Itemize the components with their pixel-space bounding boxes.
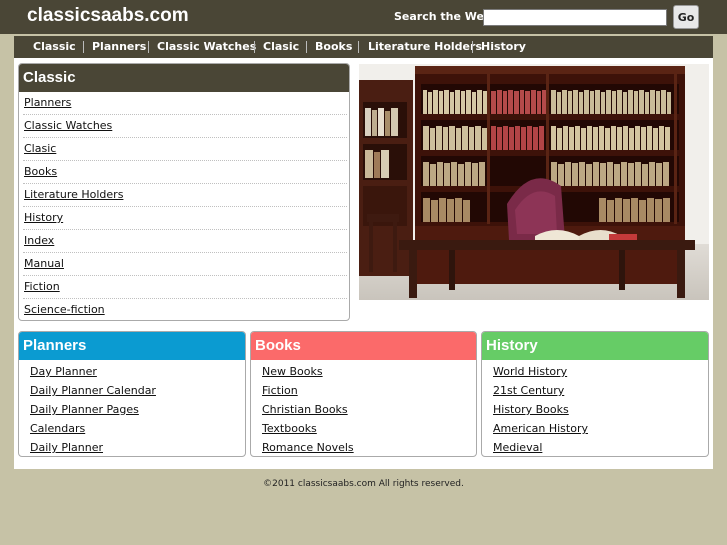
planners-link-daily-planner-calendar[interactable]: Daily Planner Calendar bbox=[30, 381, 245, 400]
library-photo bbox=[359, 64, 709, 300]
planners-link-calendars[interactable]: Calendars bbox=[30, 419, 245, 438]
books-box: Books New Books Fiction Christian Books … bbox=[250, 331, 477, 457]
nav-separator bbox=[306, 41, 307, 53]
list-item: History bbox=[23, 207, 347, 230]
list-item: Planners bbox=[23, 92, 347, 115]
list-item: Literature Holders bbox=[23, 184, 347, 207]
books-link-christian-books[interactable]: Christian Books bbox=[262, 400, 476, 419]
nav-item-planners[interactable]: Planners bbox=[92, 36, 146, 58]
list-item: Index bbox=[23, 230, 347, 253]
list-item: Fiction bbox=[23, 276, 347, 299]
classic-link-index[interactable]: Index bbox=[24, 234, 54, 247]
nav-item-books[interactable]: Books bbox=[315, 36, 352, 58]
nav-separator bbox=[254, 41, 255, 53]
classic-link-planners[interactable]: Planners bbox=[24, 96, 71, 109]
classic-box: Classic Planners Classic Watches Clasic … bbox=[18, 63, 350, 321]
list-item: Science-fiction bbox=[23, 299, 347, 320]
nav-separator bbox=[83, 41, 84, 53]
classic-link-history[interactable]: History bbox=[24, 211, 63, 224]
top-nav: Classic Planners Classic Watches Clasic … bbox=[14, 36, 713, 58]
search-input[interactable] bbox=[483, 9, 667, 26]
nav-item-classic[interactable]: Classic bbox=[33, 36, 76, 58]
classic-link-list: Planners Classic Watches Clasic Books Li… bbox=[19, 92, 349, 320]
planners-link-daily-planner-pages[interactable]: Daily Planner Pages bbox=[30, 400, 245, 419]
books-link-textbooks[interactable]: Textbooks bbox=[262, 419, 476, 438]
list-item: Clasic bbox=[23, 138, 347, 161]
planners-link-daily-planner[interactable]: Daily Planner bbox=[30, 438, 245, 456]
search-label: Search the Web: bbox=[394, 10, 497, 23]
classic-link-fiction[interactable]: Fiction bbox=[24, 280, 60, 293]
history-link-american-history[interactable]: American History bbox=[493, 419, 708, 438]
classic-link-literature-holders[interactable]: Literature Holders bbox=[24, 188, 123, 201]
nav-item-literature-holders[interactable]: Literature Holders bbox=[368, 36, 482, 58]
classic-link-books[interactable]: Books bbox=[24, 165, 57, 178]
history-link-medieval[interactable]: Medieval bbox=[493, 438, 708, 456]
main-content: Classic Planners Classic Watches Clasic … bbox=[14, 58, 713, 469]
library-illustration bbox=[359, 64, 709, 300]
books-link-fiction[interactable]: Fiction bbox=[262, 381, 476, 400]
planners-link-day-planner[interactable]: Day Planner bbox=[30, 362, 245, 381]
planners-box-title: Planners bbox=[19, 332, 245, 360]
list-item: Books bbox=[23, 161, 347, 184]
classic-link-science-fiction[interactable]: Science-fiction bbox=[24, 303, 105, 316]
nav-item-clasic[interactable]: Clasic bbox=[263, 36, 299, 58]
planners-box: Planners Day Planner Daily Planner Calen… bbox=[18, 331, 246, 457]
books-link-list: New Books Fiction Christian Books Textbo… bbox=[251, 360, 476, 456]
site-header: classicsaabs.com Search the Web: Go bbox=[0, 0, 727, 34]
nav-item-classic-watches[interactable]: Classic Watches bbox=[157, 36, 256, 58]
history-link-world-history[interactable]: World History bbox=[493, 362, 708, 381]
nav-separator bbox=[358, 41, 359, 53]
planners-link-list: Day Planner Daily Planner Calendar Daily… bbox=[19, 360, 245, 456]
classic-link-clasic[interactable]: Clasic bbox=[24, 142, 56, 155]
classic-link-classic-watches[interactable]: Classic Watches bbox=[24, 119, 112, 132]
books-link-romance-novels[interactable]: Romance Novels bbox=[262, 438, 476, 456]
list-item: Classic Watches bbox=[23, 115, 347, 138]
classic-box-title: Classic bbox=[19, 64, 349, 92]
history-link-list: World History 21st Century History Books… bbox=[482, 360, 708, 456]
nav-separator bbox=[472, 41, 473, 53]
history-link-history-books[interactable]: History Books bbox=[493, 400, 708, 419]
nav-item-history[interactable]: History bbox=[481, 36, 526, 58]
classic-link-manual[interactable]: Manual bbox=[24, 257, 64, 270]
history-box: History World History 21st Century Histo… bbox=[481, 331, 709, 457]
history-box-title: History bbox=[482, 332, 708, 360]
nav-separator bbox=[148, 41, 149, 53]
books-box-title: Books bbox=[251, 332, 476, 360]
history-link-21st-century[interactable]: 21st Century bbox=[493, 381, 708, 400]
books-link-new-books[interactable]: New Books bbox=[262, 362, 476, 381]
list-item: Manual bbox=[23, 253, 347, 276]
site-title[interactable]: classicsaabs.com bbox=[27, 5, 189, 27]
go-button[interactable]: Go bbox=[673, 5, 699, 29]
footer-copyright: ©2011 classicsaabs.com All rights reserv… bbox=[263, 479, 464, 489]
